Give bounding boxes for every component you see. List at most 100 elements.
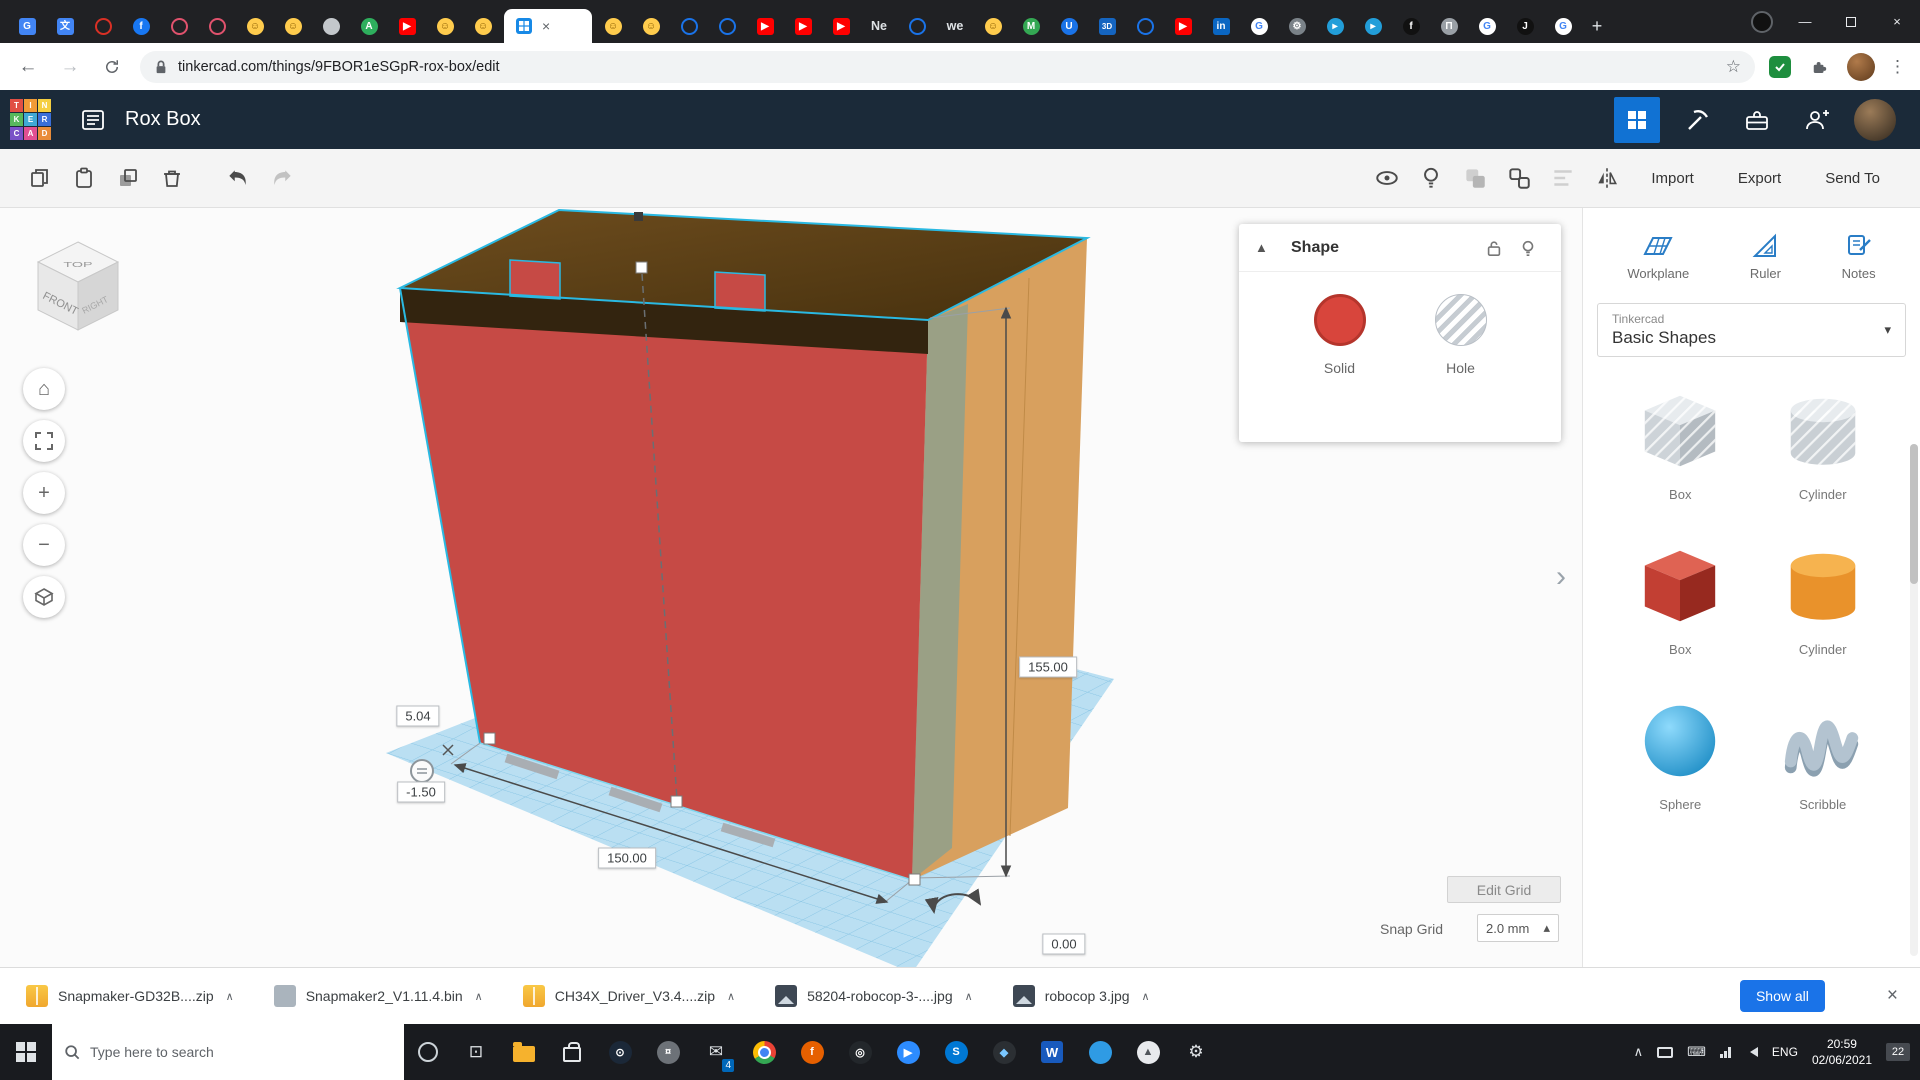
youtube-favicon[interactable]: ▶ xyxy=(784,10,822,43)
edit-grid-button[interactable]: Edit Grid xyxy=(1447,876,1561,903)
downloads-close-icon[interactable]: × xyxy=(1887,985,1898,1007)
emoji-favicon[interactable]: ☺ xyxy=(274,10,312,43)
scale-handle[interactable] xyxy=(909,874,920,885)
window-maximize-button[interactable] xyxy=(1828,0,1874,43)
browser-avatar[interactable] xyxy=(1847,53,1875,81)
bank-favicon[interactable]: Π xyxy=(1430,10,1468,43)
delete-button[interactable] xyxy=(150,156,194,200)
download-menu-caret[interactable]: ∧ xyxy=(1142,990,1150,1003)
green-app-favicon[interactable]: A xyxy=(350,10,388,43)
workplane-tool[interactable]: Workplane xyxy=(1627,232,1689,281)
home-view-button[interactable]: ⌂ xyxy=(23,368,65,410)
view-cube[interactable]: TOP FRONT RIGHT xyxy=(26,236,130,340)
download-menu-caret[interactable]: ∧ xyxy=(727,990,735,1003)
m-app-favicon[interactable]: M xyxy=(1012,10,1050,43)
microsoft-store-icon[interactable] xyxy=(548,1024,596,1080)
google-favicon[interactable]: G xyxy=(1240,10,1278,43)
gray-app-favicon[interactable] xyxy=(312,10,350,43)
emoji-favicon[interactable]: ☺ xyxy=(426,10,464,43)
scale-handle[interactable] xyxy=(671,796,682,807)
scrollbar-thumb[interactable] xyxy=(1910,444,1918,584)
tinker-pickaxe-button[interactable] xyxy=(1674,97,1720,143)
shape-box-hole[interactable]: Box xyxy=(1636,387,1724,502)
show-hide-button[interactable] xyxy=(1365,156,1409,200)
download-menu-caret[interactable]: ∧ xyxy=(226,990,234,1003)
scale-handle[interactable] xyxy=(484,733,495,744)
lunchbox-button[interactable] xyxy=(1734,97,1780,143)
undo-button[interactable] xyxy=(216,156,260,200)
reload-button[interactable] xyxy=(98,53,126,81)
perspective-toggle-button[interactable] xyxy=(23,576,65,618)
shape-cylinder-solid[interactable]: Cylinder xyxy=(1779,542,1867,657)
extensions-puzzle-icon[interactable] xyxy=(1805,53,1833,81)
shape-box-solid[interactable]: Box xyxy=(1636,542,1724,657)
lock-toggle-button[interactable] xyxy=(1477,239,1511,257)
solid-swatch-icon[interactable] xyxy=(1314,294,1366,346)
new-tab-button[interactable]: + xyxy=(1582,11,1612,41)
pink-ring-favicon[interactable] xyxy=(198,10,236,43)
redo-button[interactable] xyxy=(260,156,304,200)
start-button[interactable] xyxy=(0,1024,52,1080)
download-snapmaker-bin[interactable]: Snapmaker2_V1.11.4.bin ∧ xyxy=(274,985,483,1007)
display-tray-icon[interactable] xyxy=(1657,1047,1673,1058)
ultimaker-favicon[interactable]: U xyxy=(1050,10,1088,43)
user-avatar[interactable] xyxy=(1854,99,1896,141)
black-app-favicon[interactable]: f xyxy=(1392,10,1430,43)
google-translate-favicon[interactable]: 文 xyxy=(46,10,84,43)
google-apps-favicon[interactable]: G xyxy=(8,10,46,43)
notes-tool[interactable]: Notes xyxy=(1842,232,1876,281)
forward-button[interactable]: → xyxy=(56,53,84,81)
ruler-origin-widget[interactable] xyxy=(411,760,433,782)
show-all-button[interactable]: Show all xyxy=(1740,980,1825,1012)
black-app-favicon[interactable]: J xyxy=(1506,10,1544,43)
paste-button[interactable] xyxy=(62,156,106,200)
chrome-icon[interactable] xyxy=(740,1024,788,1080)
shape-cylinder-hole[interactable]: Cylinder xyxy=(1779,387,1867,502)
send-to-button[interactable]: Send To xyxy=(1803,170,1902,187)
base-dimension-label[interactable]: 0.00 xyxy=(1042,934,1085,955)
telegram-favicon[interactable]: ▸ xyxy=(1316,10,1354,43)
google-favicon[interactable]: G xyxy=(1544,10,1582,43)
browser-profile-icon[interactable] xyxy=(1742,0,1782,43)
dashboard-grid-button[interactable] xyxy=(1614,97,1660,143)
export-button[interactable]: Export xyxy=(1716,170,1803,187)
network-tray-icon[interactable] xyxy=(1720,1047,1731,1058)
task-view-icon[interactable]: ⊡ xyxy=(452,1024,500,1080)
light-button[interactable] xyxy=(1409,156,1453,200)
language-indicator[interactable]: ENG xyxy=(1772,1045,1798,1059)
tinkercad-circle-favicon[interactable] xyxy=(898,10,936,43)
add-person-button[interactable] xyxy=(1794,97,1840,143)
hole-option[interactable]: Hole xyxy=(1435,294,1487,376)
tinkercad-circle-favicon[interactable] xyxy=(670,10,708,43)
viewport-3d[interactable]: TOP FRONT RIGHT ⌂ + − 150.00 155.00 5.04… xyxy=(0,208,1582,967)
tinkercad-circle-favicon[interactable] xyxy=(1126,10,1164,43)
import-button[interactable]: Import xyxy=(1629,170,1716,187)
tinkercad-logo[interactable]: TINKERCAD xyxy=(10,99,51,140)
group-button[interactable] xyxy=(1453,156,1497,200)
edge-icon[interactable] xyxy=(1076,1024,1124,1080)
offset-dimension-label[interactable]: -1.50 xyxy=(397,782,445,803)
youtube-favicon[interactable]: ▶ xyxy=(822,10,860,43)
mirror-button[interactable] xyxy=(1585,156,1629,200)
pink-ring-favicon[interactable] xyxy=(160,10,198,43)
copy-button[interactable] xyxy=(18,156,62,200)
photos-app-icon[interactable]: ◆ xyxy=(980,1024,1028,1080)
wetransfer-favicon[interactable]: we xyxy=(936,10,974,43)
height-dimension-label[interactable]: 155.00 xyxy=(1019,657,1077,678)
mail-icon[interactable]: ✉ 4 xyxy=(692,1024,740,1080)
address-bar[interactable]: tinkercad.com/things/9FBOR1eSGpR-rox-box… xyxy=(140,51,1755,83)
design-title[interactable]: Rox Box xyxy=(125,108,201,131)
shape-library-dropdown[interactable]: Tinkercad Basic Shapes ▾ xyxy=(1597,303,1906,357)
slicer-app-icon[interactable]: ▲ xyxy=(1124,1024,1172,1080)
youtube-favicon[interactable]: ▶ xyxy=(1164,10,1202,43)
youtube-favicon[interactable]: ▶ xyxy=(388,10,426,43)
gear-app-favicon[interactable]: ⚙ xyxy=(1278,10,1316,43)
download-robocop-jpg[interactable]: robocop 3.jpg ∧ xyxy=(1013,985,1150,1007)
action-center-badge[interactable]: 22 xyxy=(1886,1043,1910,1061)
emoji-favicon[interactable]: ☺ xyxy=(594,10,632,43)
url-text[interactable]: tinkercad.com/things/9FBOR1eSGpR-rox-box… xyxy=(178,59,1716,75)
adblock-extension-icon[interactable] xyxy=(1769,56,1791,78)
ruler-tool[interactable]: Ruler xyxy=(1750,232,1781,281)
tab-close-icon[interactable]: × xyxy=(542,19,550,33)
design-menu-icon[interactable] xyxy=(73,100,113,140)
